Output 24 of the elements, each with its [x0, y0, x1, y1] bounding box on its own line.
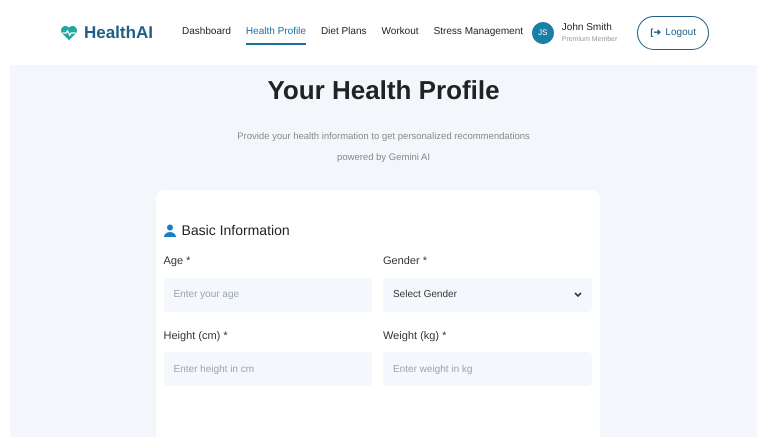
user-name: John Smith [562, 20, 613, 35]
field-label: Height (cm) * [164, 328, 229, 344]
field-label: Gender * [383, 254, 428, 269]
select-field[interactable]: Select Gender [383, 278, 592, 312]
input-field[interactable]: Enter your age [164, 278, 372, 312]
nav-link[interactable]: Health Profile [246, 20, 306, 45]
chevron-down-icon [574, 292, 582, 298]
heart-pulse-icon [60, 24, 78, 40]
nav-link[interactable]: Workout [382, 20, 419, 45]
section-title: Basic Information [182, 221, 290, 240]
field-label: Age * [164, 254, 192, 269]
logout-button[interactable]: [➜ Logout [637, 16, 709, 50]
nav-link[interactable]: Stress Management [434, 20, 524, 45]
input-field[interactable]: Enter height in cm [164, 352, 372, 386]
field-label: Weight (kg) * [383, 328, 448, 344]
user-icon [164, 224, 176, 237]
input-field[interactable]: Enter weight in kg [383, 352, 592, 386]
user-avatar: JS [532, 22, 554, 44]
nav-link[interactable]: Dashboard [182, 20, 231, 45]
brand-logo-text: HealthAI [84, 22, 153, 44]
page-subtitle: Provide your health information to get personalized recommendations powered by Gemini AI [236, 130, 531, 165]
nav-link[interactable]: Diet Plans [320, 20, 367, 45]
logout-icon: [➜ [650, 26, 662, 40]
page-title: Your Health Profile [267, 74, 500, 107]
